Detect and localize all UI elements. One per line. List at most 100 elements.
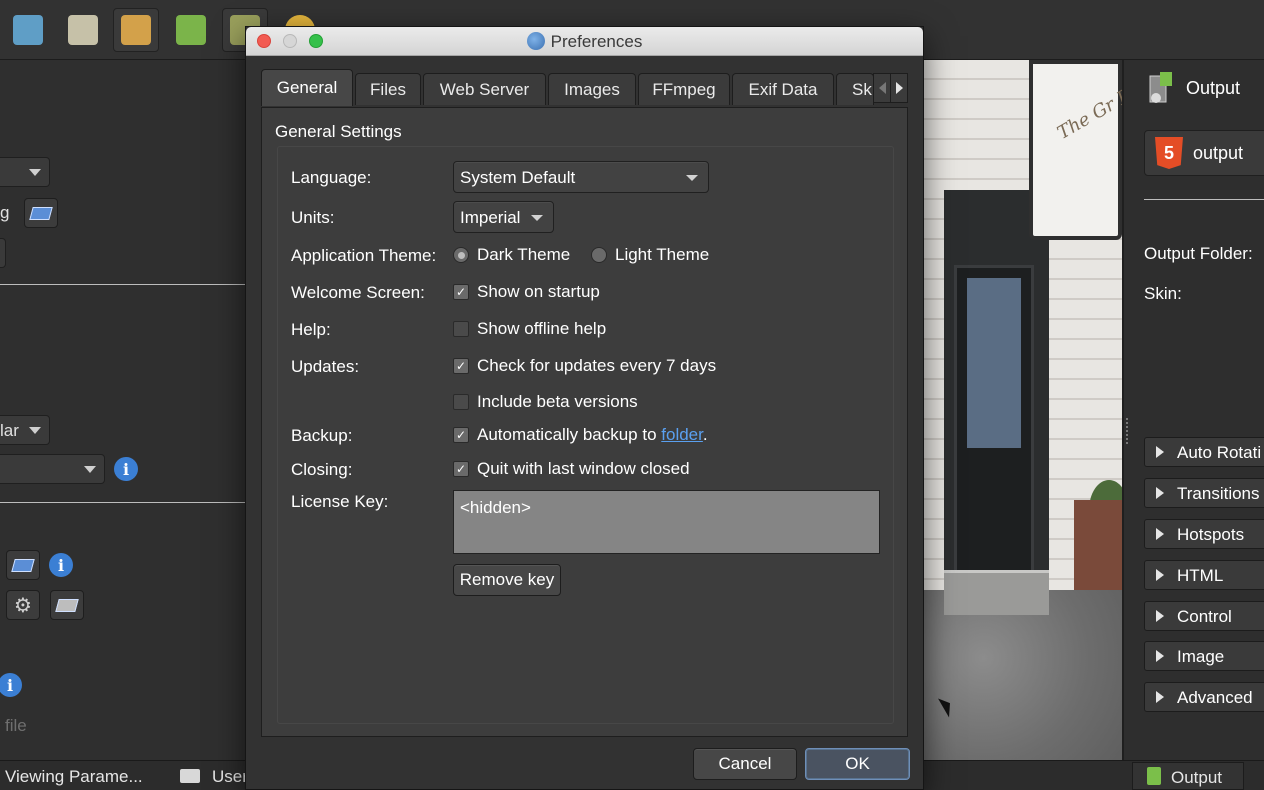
- license-key-label: License Key:: [291, 492, 389, 511]
- show-on-startup-label: Show on startup: [477, 282, 600, 301]
- screen-view-icon: [13, 15, 43, 45]
- units-select[interactable]: Imperial: [453, 201, 554, 233]
- section-html[interactable]: HTML: [1144, 560, 1264, 590]
- skin-label: Skin:: [1144, 284, 1182, 303]
- splitter-handle[interactable]: [1126, 418, 1130, 444]
- section-label: Control: [1177, 607, 1232, 626]
- user-card-icon: [180, 769, 200, 783]
- group-title: General Settings: [275, 122, 402, 141]
- check-updates-label: Check for updates every 7 days: [477, 356, 717, 375]
- section-hotspots[interactable]: Hotspots: [1144, 519, 1264, 549]
- closing-label: Closing:: [291, 460, 353, 479]
- tab-scroll-left-button[interactable]: [873, 73, 891, 103]
- output-folder-label: Output Folder:: [1144, 244, 1253, 263]
- info-icon[interactable]: i: [49, 553, 73, 577]
- output-tab-label: Output: [1171, 768, 1223, 787]
- cancel-button[interactable]: Cancel: [693, 748, 797, 780]
- auto-backup-suffix: .: [702, 425, 708, 444]
- dialog-titlebar[interactable]: Preferences: [246, 27, 923, 56]
- quit-last-window-checkbox[interactable]: ✓ Quit with last window closed: [453, 458, 690, 480]
- units-label: Units:: [291, 208, 335, 227]
- check-updates-checkbox[interactable]: ✓ Check for updates every 7 days: [453, 355, 716, 377]
- divider: [0, 284, 245, 285]
- tab-skin[interactable]: Sk: [836, 73, 874, 105]
- remove-key-button[interactable]: Remove key: [453, 564, 561, 596]
- light-theme-radio[interactable]: Light Theme: [591, 244, 709, 266]
- tab-exif-data[interactable]: Exif Data: [732, 73, 834, 105]
- checkbox-empty: [453, 321, 469, 337]
- right-panel: Output 5 output Output Folder: Skin: Aut…: [1122, 60, 1264, 760]
- flow-diagram-button[interactable]: [113, 8, 159, 52]
- section-advanced[interactable]: Advanced: [1144, 682, 1264, 712]
- sign-text: The Gr Room: [1053, 65, 1122, 144]
- contact-card-button[interactable]: [60, 8, 106, 52]
- include-beta-checkbox[interactable]: Include beta versions: [453, 391, 638, 413]
- chevron-down-icon: [686, 175, 698, 181]
- left-combo-top[interactable]: [0, 157, 50, 187]
- step-image: [944, 570, 1049, 615]
- door-image: [954, 265, 1034, 575]
- expand-triangle-icon: [1156, 487, 1164, 499]
- section-image[interactable]: Image: [1144, 641, 1264, 671]
- output-tab-frame[interactable]: Output: [1132, 762, 1244, 790]
- section-control[interactable]: Control: [1144, 601, 1264, 631]
- settings-button[interactable]: ⚙: [6, 590, 40, 620]
- section-label: Hotspots: [1177, 525, 1245, 544]
- backup-folder-link[interactable]: folder: [661, 425, 703, 444]
- map-pin-icon: [176, 15, 206, 45]
- left-row-text: g: [0, 203, 10, 222]
- dialog-title-text: Preferences: [550, 32, 643, 51]
- section-label: HTML: [1177, 566, 1224, 585]
- quit-last-window-label: Quit with last window closed: [477, 459, 690, 478]
- tab-web-server[interactable]: Web Server: [423, 73, 546, 105]
- brick-wall-image: [1074, 500, 1122, 600]
- tab-scroll-right-button[interactable]: [890, 73, 908, 103]
- dark-theme-radio[interactable]: Dark Theme: [453, 244, 570, 266]
- left-combo-mode[interactable]: lar: [0, 415, 50, 445]
- open-folder-button[interactable]: [50, 590, 84, 620]
- show-on-startup-checkbox[interactable]: ✓ Show on startup: [453, 281, 600, 303]
- user-data-tab[interactable]: User: [212, 767, 245, 787]
- screen-view-button[interactable]: [5, 8, 51, 52]
- section-auto-rotation[interactable]: Auto Rotati: [1144, 437, 1264, 467]
- radio-selected: [453, 247, 469, 263]
- theme-label: Application Theme:: [291, 246, 437, 265]
- left-combo-select[interactable]: [0, 454, 105, 484]
- expand-triangle-icon: [1156, 650, 1164, 662]
- output-format-combo[interactable]: 5 output: [1144, 130, 1264, 176]
- info-icon[interactable]: i: [0, 673, 22, 697]
- auto-backup-prefix: Automatically backup to: [477, 425, 662, 444]
- license-key-field[interactable]: <hidden>: [453, 490, 880, 554]
- folder-icon: [29, 206, 53, 220]
- tab-bar: General Files Web Server Images FFmpeg E…: [261, 69, 908, 109]
- tab-files[interactable]: Files: [355, 73, 421, 105]
- flow-diagram-icon: [121, 15, 151, 45]
- section-label: Transitions: [1177, 484, 1260, 503]
- dark-theme-label: Dark Theme: [477, 245, 571, 264]
- auto-backup-label: Automatically backup to folder.: [477, 425, 708, 445]
- auto-backup-checkbox[interactable]: ✓ Automatically backup to folder.: [453, 424, 708, 446]
- checkmark-icon: ✓: [453, 284, 469, 300]
- info-icon[interactable]: i: [114, 457, 138, 481]
- tab-images[interactable]: Images: [548, 73, 636, 105]
- language-select[interactable]: System Default: [453, 161, 709, 193]
- tab-ffmpeg[interactable]: FFmpeg: [638, 73, 730, 105]
- panorama-preview[interactable]: The Gr Room: [924, 60, 1122, 760]
- ok-button[interactable]: OK: [805, 748, 910, 780]
- viewing-parameters-tab[interactable]: Viewing Parame...: [5, 767, 143, 787]
- open-folder-button[interactable]: [24, 198, 58, 228]
- license-key-value: <hidden>: [460, 498, 531, 517]
- map-pin-button[interactable]: [168, 8, 214, 52]
- language-value: System Default: [460, 168, 576, 187]
- contact-card-icon: [68, 15, 98, 45]
- left-file-hint: file: [5, 716, 27, 735]
- section-transitions[interactable]: Transitions: [1144, 478, 1264, 508]
- left-spin-stub[interactable]: [0, 238, 6, 268]
- chevron-down-icon: [84, 466, 96, 473]
- open-folder-button[interactable]: [6, 550, 40, 580]
- show-offline-help-checkbox[interactable]: Show offline help: [453, 318, 606, 340]
- app-icon: [526, 32, 545, 50]
- tab-general[interactable]: General: [261, 69, 353, 106]
- checkmark-icon: ✓: [453, 461, 469, 477]
- ground-image: [924, 590, 1122, 760]
